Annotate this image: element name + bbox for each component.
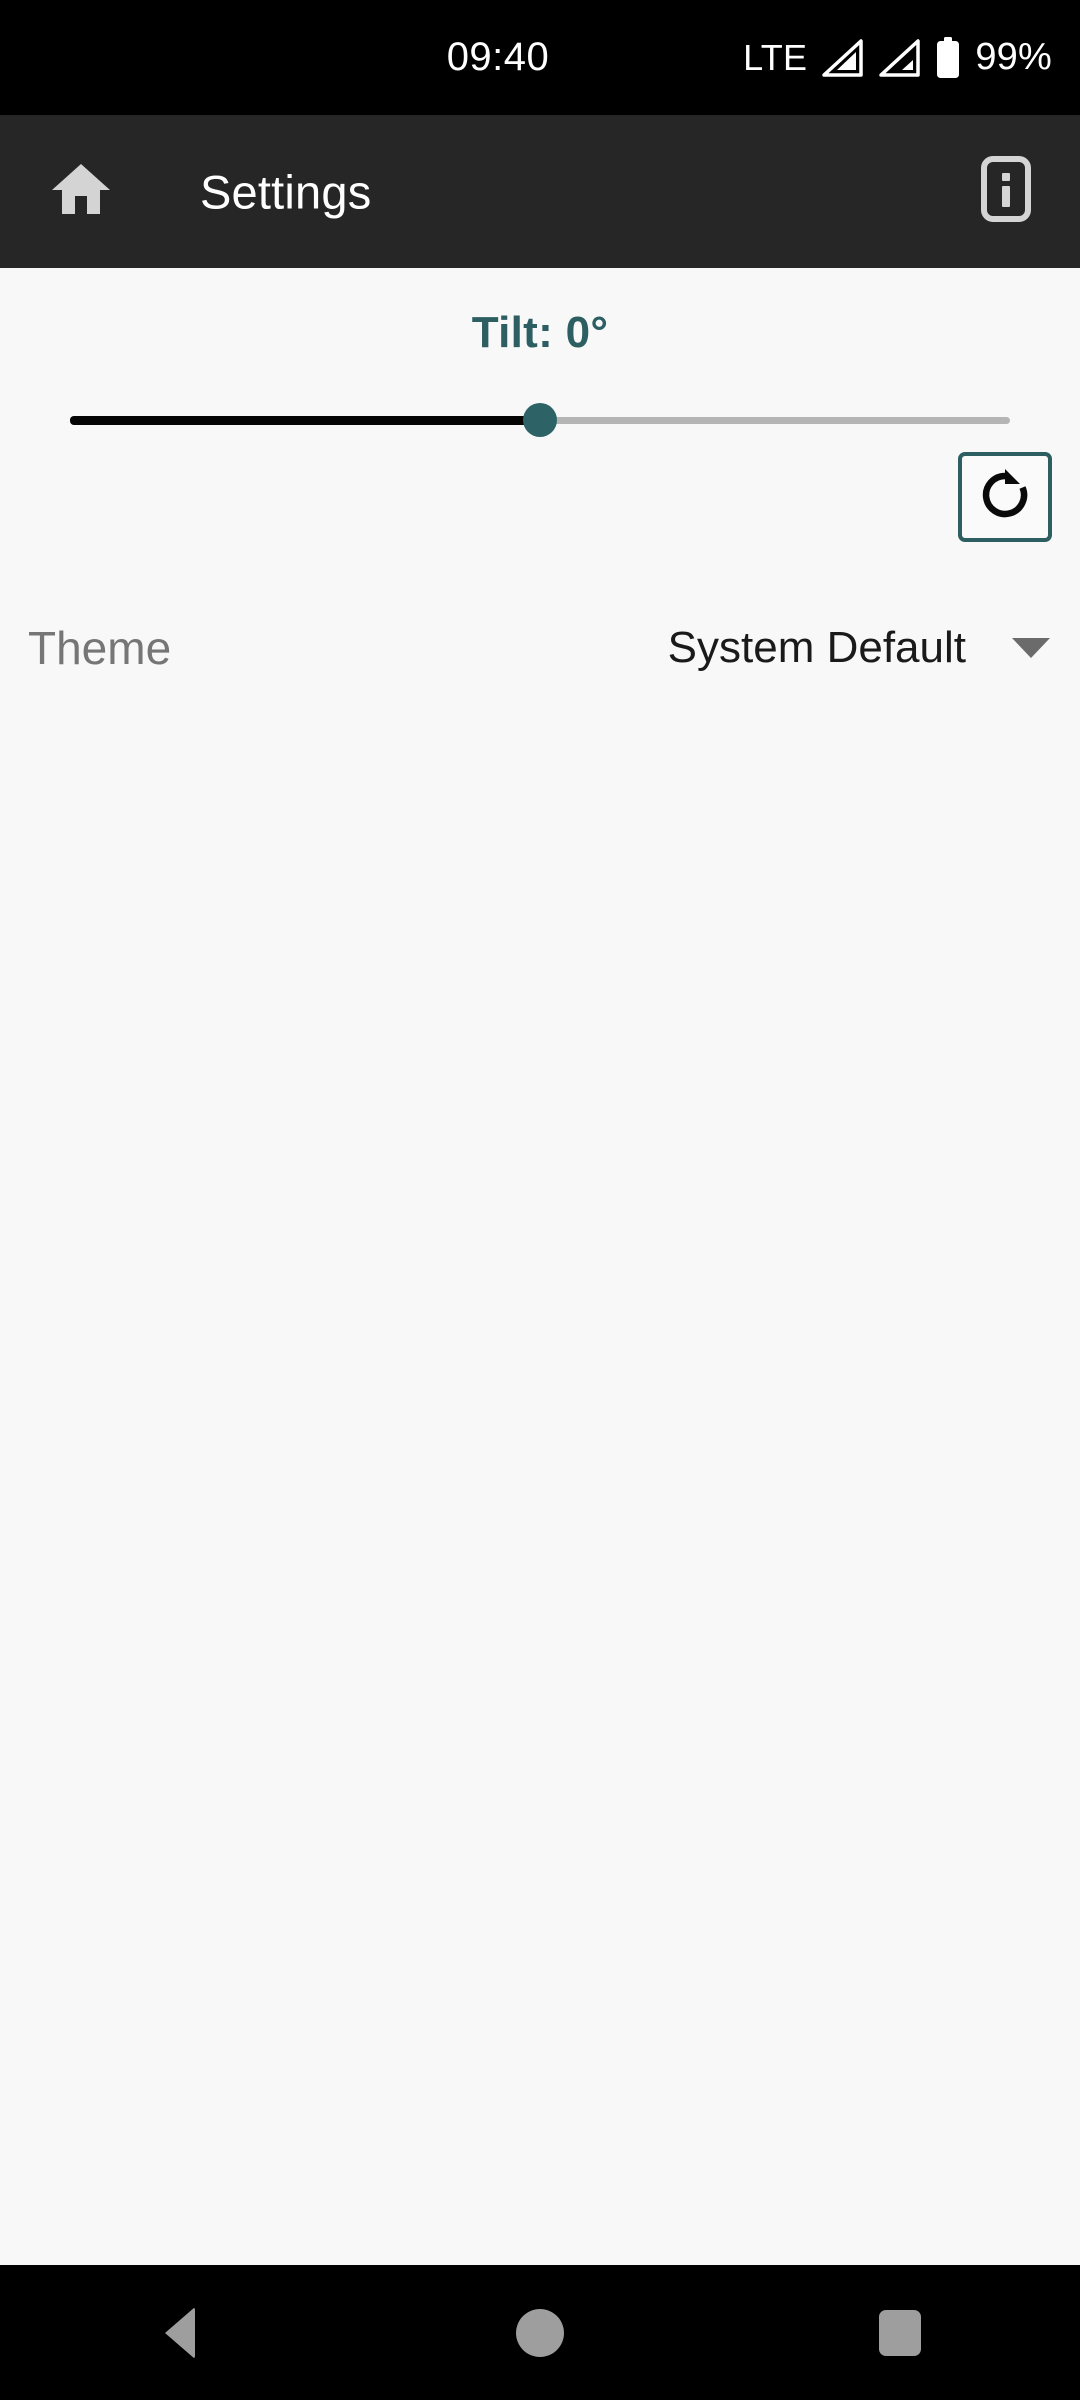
slider-track-active bbox=[70, 416, 540, 425]
nav-back-button[interactable] bbox=[105, 2265, 255, 2400]
nav-recents-button[interactable] bbox=[825, 2265, 975, 2400]
app-bar: Settings bbox=[0, 115, 1080, 268]
battery-percent-label: 99% bbox=[975, 36, 1052, 78]
settings-content: Tilt: 0° Theme System Default bbox=[0, 268, 1080, 2265]
signal-bar-icon bbox=[877, 38, 921, 78]
reset-tilt-button[interactable] bbox=[958, 452, 1052, 542]
theme-setting-row[interactable]: Theme System Default bbox=[0, 588, 1080, 708]
info-badge-icon bbox=[981, 156, 1031, 227]
info-button[interactable] bbox=[970, 156, 1042, 228]
circle-home-icon bbox=[516, 2308, 564, 2357]
tilt-value-label: Tilt: 0° bbox=[471, 308, 609, 357]
home-button[interactable] bbox=[46, 157, 116, 227]
page-title: Settings bbox=[200, 165, 372, 218]
theme-dropdown[interactable]: System Default bbox=[668, 623, 1050, 673]
triangle-back-icon bbox=[165, 2306, 195, 2359]
square-recents-icon bbox=[879, 2309, 921, 2356]
refresh-icon bbox=[977, 467, 1033, 528]
phone-screen: 09:40 LTE 99% Settings Tilt: 0° Theme Sy… bbox=[0, 0, 1080, 2400]
status-bar-indicators: LTE 99% bbox=[743, 0, 1052, 115]
signal-bar-icon bbox=[820, 38, 864, 78]
chevron-down-icon[interactable] bbox=[1012, 638, 1050, 658]
network-type-label: LTE bbox=[743, 36, 808, 78]
tilt-slider[interactable] bbox=[70, 403, 1010, 437]
slider-thumb[interactable] bbox=[523, 403, 557, 437]
status-bar: 09:40 LTE 99% bbox=[0, 0, 1080, 115]
nav-home-button[interactable] bbox=[465, 2265, 615, 2400]
system-navigation-bar bbox=[0, 2265, 1080, 2400]
theme-selected-value: System Default bbox=[667, 623, 966, 672]
theme-label: Theme bbox=[28, 622, 172, 674]
battery-full-icon bbox=[934, 36, 962, 80]
home-icon bbox=[50, 160, 112, 223]
